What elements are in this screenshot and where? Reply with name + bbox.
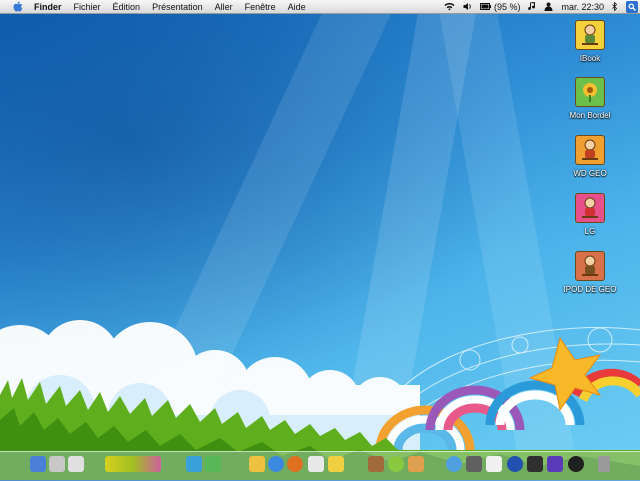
menu-presentation[interactable]: Présentation <box>152 2 203 12</box>
wup-icon[interactable] <box>105 456 161 472</box>
drive-icon <box>575 251 605 281</box>
desktop-icon-ipod-de-geo[interactable]: IPOD DE GEO <box>558 251 622 294</box>
desktop-icon-label: IBook <box>579 54 601 63</box>
safari-icon[interactable] <box>268 456 284 472</box>
battery-status[interactable]: (95 %) <box>479 1 521 12</box>
desktop-icon-mon-bordel[interactable]: Mon Bordel <box>558 77 622 120</box>
apple-menu-icon[interactable] <box>12 1 24 12</box>
tool-icon[interactable] <box>308 456 324 472</box>
desktop-icon-label: LG <box>584 227 596 236</box>
finder-icon[interactable] <box>30 456 46 472</box>
desktop-icon-wd-geo[interactable]: WD GEO <box>558 135 622 178</box>
desktop-icon-label: WD GEO <box>573 169 607 178</box>
movie-icon[interactable] <box>547 456 563 472</box>
photo-booth-icon[interactable] <box>249 456 265 472</box>
spotlight-icon[interactable] <box>626 0 638 13</box>
ical-icon[interactable] <box>486 456 502 472</box>
tool-icon[interactable] <box>408 456 424 472</box>
movie-icon[interactable] <box>527 456 543 472</box>
clock[interactable]: mar. 22:30 <box>561 2 604 12</box>
battery-icon <box>479 3 491 10</box>
desktop-icon-ibook[interactable]: IBook <box>558 20 622 63</box>
itunes-menu-icon[interactable] <box>528 2 536 11</box>
menu-aller[interactable]: Aller <box>215 2 233 12</box>
clock-icon[interactable] <box>368 456 384 472</box>
volume-icon[interactable] <box>463 2 472 11</box>
drive-icon <box>575 135 605 165</box>
menu-aide[interactable]: Aide <box>288 2 306 12</box>
iphoto-icon[interactable] <box>466 456 482 472</box>
disk-icon[interactable] <box>68 456 84 472</box>
network-icon[interactable] <box>507 456 523 472</box>
adium-icon[interactable] <box>328 456 344 472</box>
drive-icon <box>575 20 605 50</box>
clock-icon[interactable] <box>568 456 584 472</box>
drive-icon <box>575 193 605 223</box>
menu-fichier[interactable]: Fichier <box>74 2 101 12</box>
desktop-icon-label: Mon Bordel <box>569 111 611 120</box>
user-icon[interactable] <box>544 2 553 11</box>
status-area: (95 %) mar. 22:30 <box>436 0 640 13</box>
bluetooth-icon[interactable] <box>612 2 618 11</box>
folder-icon <box>575 77 605 107</box>
desktop-icon-label: IPOD DE GEO <box>563 285 617 294</box>
menu-bar: Finder Fichier Édition Présentation Alle… <box>0 0 640 14</box>
trash-icon[interactable] <box>598 456 610 472</box>
menu-finder[interactable]: Finder <box>34 2 62 12</box>
menu-fenetre[interactable]: Fenêtre <box>245 2 276 12</box>
battery-percent: (95 %) <box>493 1 521 12</box>
menu-edition[interactable]: Édition <box>113 2 141 12</box>
mac-icon[interactable] <box>49 456 65 472</box>
bird-icon[interactable] <box>186 456 202 472</box>
dashboard-icon[interactable] <box>388 456 404 472</box>
wifi-icon[interactable] <box>444 2 455 11</box>
mail-icon[interactable] <box>205 456 221 472</box>
firefox-icon[interactable] <box>287 456 303 472</box>
desktop-icon-lg[interactable]: LG <box>558 193 622 236</box>
itunes-icon[interactable] <box>446 456 462 472</box>
